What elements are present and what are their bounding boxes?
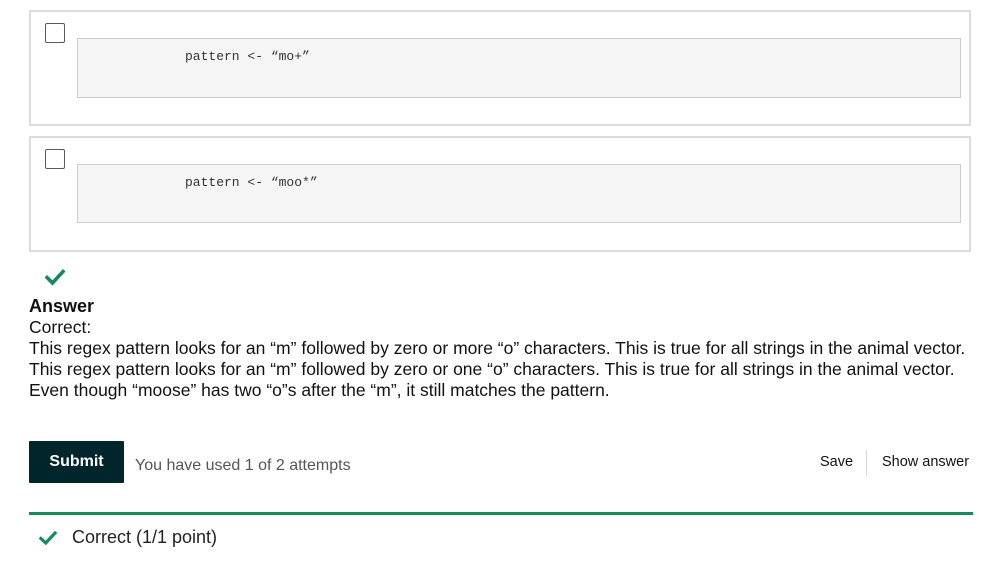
result-divider (29, 512, 973, 515)
choice-code-box-2: pattern <- “moo*” (77, 164, 961, 223)
submit-button[interactable]: Submit (29, 441, 124, 483)
choice-code-box-1: pattern <- “mo+” (77, 38, 961, 98)
choice-code-1: pattern <- “mo+” (185, 49, 310, 64)
save-button[interactable]: Save (820, 454, 853, 470)
choice-option-2[interactable]: pattern <- “moo*” (29, 136, 971, 252)
answer-line-1: This regex pattern looks for an “m” foll… (29, 338, 966, 358)
attempts-text: You have used 1 of 2 attempts (135, 457, 351, 474)
answer-heading: Answer (29, 296, 95, 316)
answer-explanation: Answer Correct: This regex pattern looks… (29, 296, 969, 401)
choice-checkbox-1[interactable] (45, 23, 65, 43)
check-icon (39, 530, 57, 546)
result-status: Correct (1/1 point) (72, 527, 218, 547)
show-answer-button[interactable]: Show answer (882, 454, 969, 470)
answer-line-2: This regex pattern looks for an “m” foll… (29, 359, 955, 400)
choice-checkbox-2[interactable] (45, 149, 65, 169)
choice-code-2: pattern <- “moo*” (185, 175, 318, 190)
answer-status: Correct: (29, 317, 92, 337)
choice-option-1[interactable]: pattern <- “mo+” (29, 10, 971, 126)
action-divider (866, 450, 867, 476)
check-icon (45, 268, 65, 286)
problem-page: pattern <- “mo+” pattern <- “moo*” Answe… (0, 0, 1006, 561)
